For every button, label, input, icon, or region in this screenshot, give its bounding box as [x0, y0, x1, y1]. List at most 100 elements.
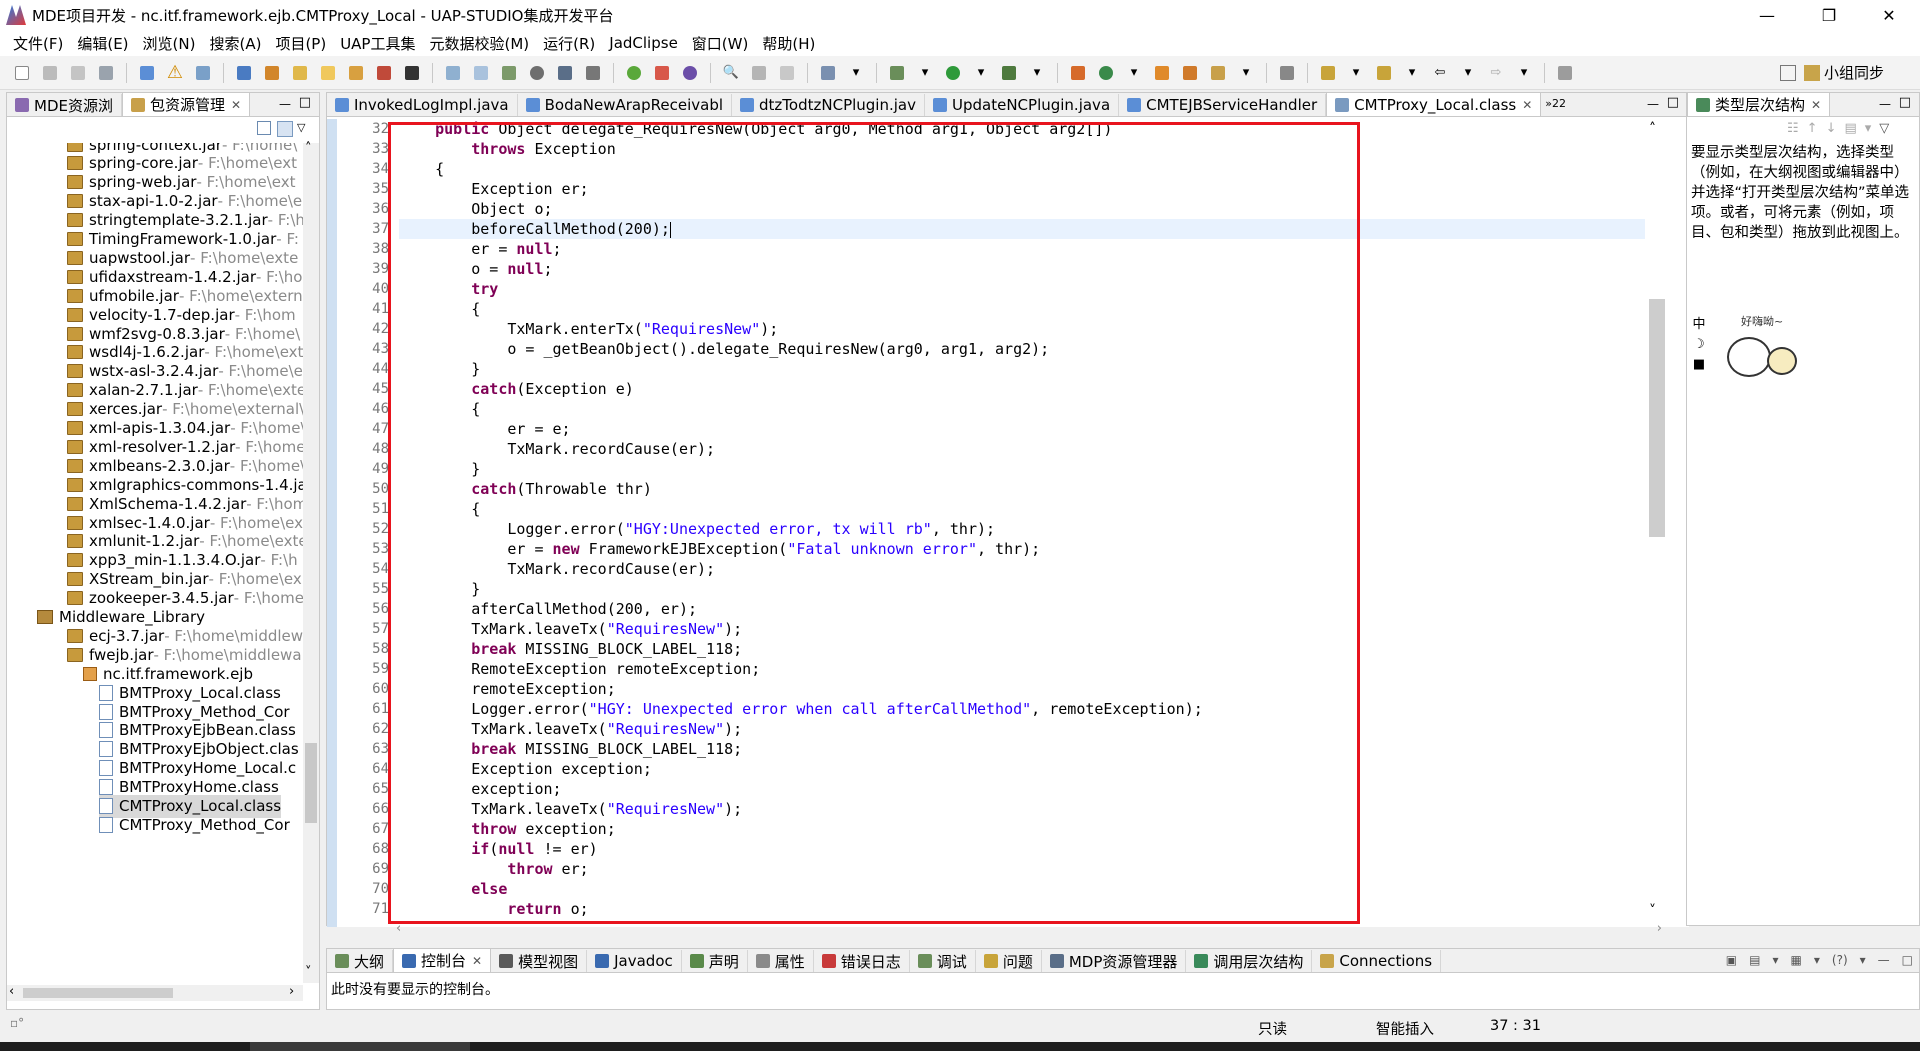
code-line[interactable]: Logger.error("HGY:Unexpected error, tx w…	[399, 519, 995, 539]
code-line[interactable]: TxMark.leaveTx("RequiresNew");	[399, 619, 742, 639]
chevron-down-icon[interactable]: ▾	[1345, 62, 1367, 84]
chevron-down-icon[interactable]: ▾	[1772, 953, 1778, 967]
compare-icon[interactable]	[498, 62, 520, 84]
run-icon[interactable]	[942, 62, 964, 84]
type-hierarchy-icon[interactable]: ☷	[1787, 121, 1799, 136]
pin-icon[interactable]	[1554, 62, 1576, 84]
bottom-tab[interactable]: 大纲	[327, 950, 394, 972]
maximize-icon[interactable]: □	[1899, 95, 1911, 110]
link-editor-icon[interactable]	[277, 121, 293, 137]
tab-package-explorer[interactable]: 包资源管理 ✕	[121, 92, 251, 116]
next-annotation-icon[interactable]	[1317, 62, 1339, 84]
view-menu-icon[interactable]: ▽	[297, 121, 305, 137]
maximize-icon[interactable]: □	[1902, 953, 1913, 967]
close-icon[interactable]: ✕	[231, 98, 241, 112]
code-line[interactable]: o = _getBeanObject().delegate_RequiresNe…	[399, 339, 1049, 359]
new-class-icon[interactable]	[1067, 62, 1089, 84]
tree-scrollbar[interactable]: ˄ ˅	[303, 141, 319, 983]
code-line[interactable]: TxMark.leaveTx("RequiresNew");	[399, 719, 742, 739]
chevron-down-icon[interactable]: ▾	[1865, 121, 1872, 136]
minimize-icon[interactable]: —	[1879, 97, 1891, 111]
open-console-icon[interactable]: ▦	[1791, 953, 1802, 967]
save-icon[interactable]	[39, 62, 61, 84]
chevron-down-icon[interactable]: ▾	[970, 62, 992, 84]
bottom-tab[interactable]: 调用层次结构	[1186, 950, 1313, 972]
code-line[interactable]: TxMark.enterTx("RequiresNew");	[399, 319, 778, 339]
pin-console-icon[interactable]: ▣	[1726, 953, 1737, 967]
editor-tab[interactable]: BodaNewArapReceivabl	[518, 94, 733, 116]
chevron-down-icon[interactable]: ▾	[1026, 62, 1048, 84]
code-line[interactable]: else	[399, 879, 507, 899]
code-line[interactable]: er = null;	[399, 239, 561, 259]
code-line[interactable]: catch(Throwable thr)	[399, 479, 652, 499]
minimize-icon[interactable]: —	[1878, 953, 1890, 967]
editor-scrollbar-thumb[interactable]	[1649, 299, 1665, 537]
bottom-tab[interactable]: Javadoc	[587, 950, 682, 972]
menu-item[interactable]: 运行(R)	[536, 33, 602, 54]
close-icon[interactable]: ✕	[472, 954, 482, 968]
minimize-icon[interactable]: —	[1647, 97, 1659, 111]
code-line[interactable]: {	[399, 299, 480, 319]
code-line[interactable]: TxMark.recordCause(er);	[399, 559, 715, 579]
taskbar-item[interactable]	[250, 1042, 470, 1051]
editor-tab[interactable]: CMTEJBServiceHandler	[1119, 94, 1327, 116]
moon-icon[interactable]: ☽	[1691, 335, 1707, 355]
menu-item[interactable]: 文件(F)	[6, 33, 70, 54]
ime-label[interactable]: 中	[1691, 315, 1707, 335]
scroll-left-icon[interactable]: ‹	[396, 921, 401, 936]
minimize-icon[interactable]: —	[279, 97, 291, 111]
code-line[interactable]: {	[399, 159, 444, 179]
chevron-down-icon[interactable]: ▾	[1814, 953, 1820, 967]
team-sync-perspective[interactable]: 小组同步	[1779, 62, 1884, 83]
code-line[interactable]: {	[399, 399, 480, 419]
menu-item[interactable]: 浏览(N)	[136, 33, 203, 54]
brush-icon[interactable]	[1207, 62, 1229, 84]
back-icon[interactable]: ⇦	[1429, 62, 1451, 84]
menu-item[interactable]: 元数据校验(M)	[422, 33, 536, 54]
prev-annotation-icon[interactable]	[1373, 62, 1395, 84]
outline-icon[interactable]	[817, 62, 839, 84]
code-line[interactable]: }	[399, 579, 480, 599]
code-line[interactable]: throws Exception	[399, 139, 616, 159]
tab-mde-resource[interactable]: MDE资源浏	[7, 94, 122, 116]
chevron-down-icon[interactable]: ▾	[914, 62, 936, 84]
view-menu-icon[interactable]: ▽	[1879, 121, 1889, 136]
open-perspective-icon[interactable]	[1779, 64, 1796, 81]
scroll-left-icon[interactable]: ‹	[9, 984, 14, 999]
code-line[interactable]: throw exception;	[399, 819, 616, 839]
bottom-tab[interactable]: 调试	[910, 950, 976, 972]
bottom-tab[interactable]: 错误日志	[814, 950, 910, 972]
chevron-down-icon[interactable]: ▾	[1235, 62, 1257, 84]
chevron-down-icon[interactable]: ▾	[1457, 62, 1479, 84]
close-icon[interactable]: ✕	[1860, 0, 1918, 30]
code-line[interactable]: }	[399, 359, 480, 379]
close-icon[interactable]: ✕	[1522, 98, 1532, 112]
menu-item[interactable]: 编辑(E)	[70, 33, 135, 54]
code-line[interactable]: beforeCallMethod(200);	[399, 219, 1649, 239]
plugin-icon[interactable]	[261, 62, 283, 84]
code-line[interactable]: Logger.error("HGY: Unexpected error when…	[399, 699, 1203, 719]
bottom-tab[interactable]: Connections	[1312, 950, 1442, 972]
archive-icon[interactable]	[345, 62, 367, 84]
settings-icon[interactable]	[526, 62, 548, 84]
code-line[interactable]: if(null != er)	[399, 839, 597, 859]
chevron-down-icon[interactable]: ▾	[1401, 62, 1423, 84]
purple-circle-icon[interactable]	[679, 62, 701, 84]
history-icon[interactable]: ▤	[1844, 121, 1856, 136]
code-line[interactable]: er = new FrameworkEJBException("Fatal un…	[399, 539, 1040, 559]
code-line[interactable]: }	[399, 459, 480, 479]
run-person-icon[interactable]	[401, 62, 423, 84]
close-icon[interactable]: ✕	[1811, 98, 1821, 112]
open-task-icon[interactable]	[1179, 62, 1201, 84]
deploy-icon[interactable]	[233, 62, 255, 84]
tool-icon[interactable]	[373, 62, 395, 84]
editor-tab[interactable]: UpdateNCPlugin.java	[925, 94, 1120, 116]
bottom-tab[interactable]: 声明	[682, 950, 748, 972]
refresh-icon[interactable]	[136, 62, 158, 84]
code-line[interactable]: throw er;	[399, 859, 588, 879]
editor-body[interactable]: 32 33 34 35 36 37 38 39 40 41 42 43 44 45 46 47 48 49 50 51…	[327, 119, 1689, 927]
menu-item[interactable]: 搜索(A)	[202, 33, 268, 54]
chevron-down-icon[interactable]: ▾	[1123, 62, 1145, 84]
code-line[interactable]: break MISSING_BLOCK_LABEL_118;	[399, 639, 742, 659]
code-line[interactable]: return o;	[399, 899, 588, 919]
